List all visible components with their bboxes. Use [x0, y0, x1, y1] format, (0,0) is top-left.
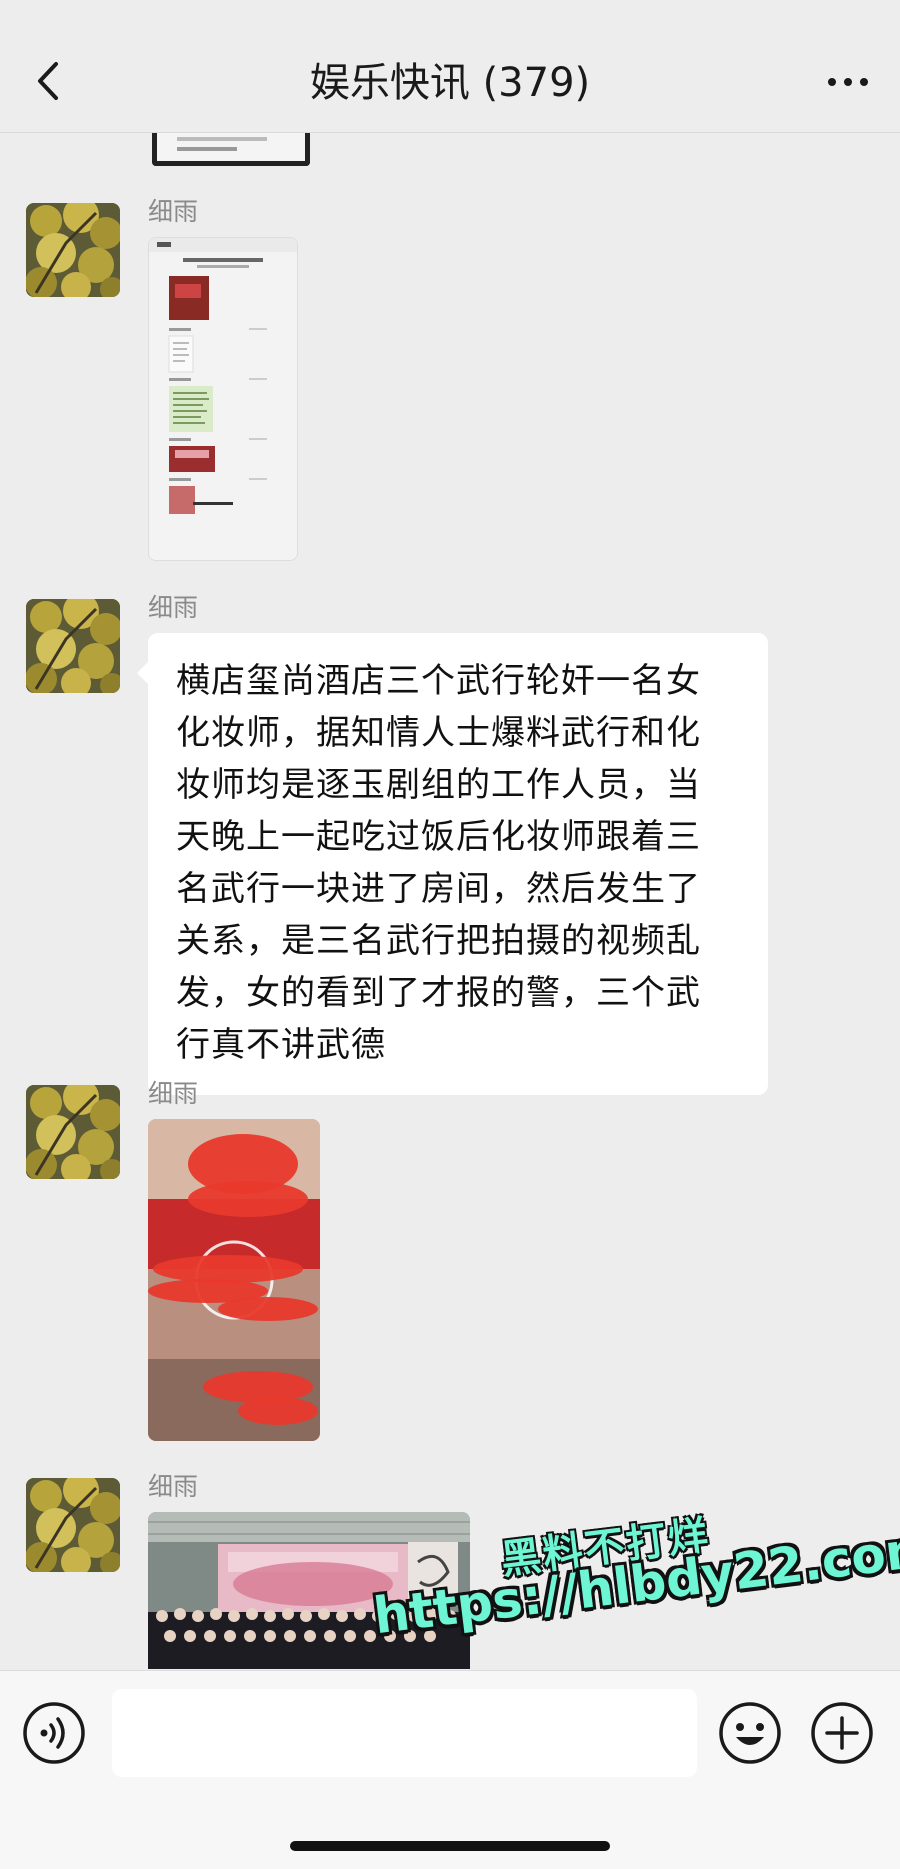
text-message-bubble[interactable]: 横店玺尚酒店三个武行轮奸一名女 化妆师，据知情人士爆料武行和化 妆师均是逐玉剧组…: [148, 633, 768, 1095]
image-message[interactable]: [148, 237, 298, 561]
message-line: 关系，是三名武行把拍摄的视频乱: [176, 921, 701, 961]
more-button[interactable]: [824, 62, 872, 102]
emoji-button[interactable]: [718, 1701, 782, 1765]
emoji-icon: [719, 1702, 781, 1764]
home-indicator[interactable]: [290, 1841, 610, 1851]
avatar[interactable]: [26, 1478, 120, 1572]
message-line: 行真不讲武德: [176, 1025, 386, 1065]
message-line: 名武行一块进了房间，然后发生了: [176, 869, 701, 909]
message-line: 横店玺尚酒店三个武行轮奸一名女: [176, 661, 701, 701]
sender-name: 细雨: [148, 1079, 199, 1108]
voice-button[interactable]: [22, 1701, 86, 1765]
avatar[interactable]: [26, 599, 120, 693]
plus-icon: [811, 1702, 873, 1764]
avatar[interactable]: [26, 203, 120, 297]
more-functions-button[interactable]: [810, 1701, 874, 1765]
sender-name: 细雨: [148, 593, 199, 622]
avatar[interactable]: [26, 1085, 120, 1179]
sender-name: 细雨: [148, 1472, 199, 1501]
message-list[interactable]: 细雨 细雨 横店玺尚酒店三个武行轮奸一名女 化妆师，据知情人士爆料武行和化 妆师…: [0, 133, 900, 1669]
more-dots-icon: [828, 78, 868, 86]
message-line: 发，女的看到了才报的警，三个武: [176, 973, 701, 1013]
message-input[interactable]: [112, 1689, 697, 1777]
chat-title: 娱乐快讯 (379): [309, 60, 591, 106]
chat-header: 娱乐快讯 (379): [0, 0, 900, 133]
message-line: 妆师均是逐玉剧组的工作人员，当: [176, 765, 701, 805]
message-line: 天晚上一起吃过饭后化妆师跟着三: [176, 817, 701, 857]
input-bar: [0, 1670, 900, 1869]
voice-icon: [23, 1702, 85, 1764]
previous-image-message[interactable]: [152, 133, 310, 166]
sender-name: 细雨: [148, 197, 199, 226]
video-message[interactable]: [148, 1119, 320, 1441]
message-line: 化妆师，据知情人士爆料武行和化: [176, 713, 701, 753]
